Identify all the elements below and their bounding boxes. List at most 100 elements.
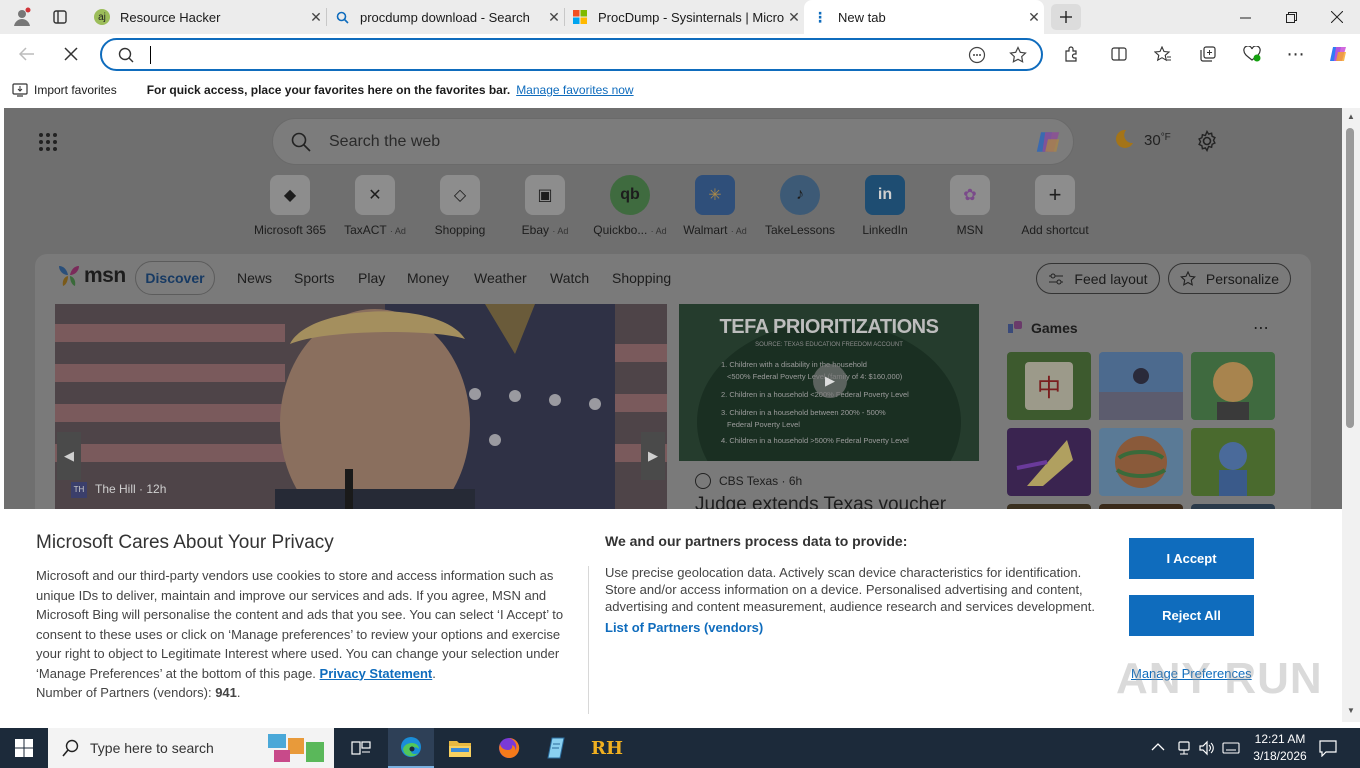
extensions-icon[interactable]: [1056, 39, 1086, 69]
scroll-up-arrow-icon[interactable]: ▲: [1347, 112, 1355, 121]
read-aloud-icon[interactable]: [968, 46, 986, 67]
ime-keyboard-icon[interactable]: [1222, 740, 1240, 759]
web-search-box[interactable]: Search the web: [272, 118, 1074, 165]
favorites-icon[interactable]: [1148, 39, 1178, 69]
nav-tab-watch[interactable]: Watch: [550, 270, 589, 286]
nav-tab-discover[interactable]: Discover: [135, 261, 215, 295]
windows-logo-icon: [15, 739, 33, 757]
msn-logo[interactable]: msn: [56, 264, 126, 288]
address-bar[interactable]: [100, 38, 1043, 71]
game-tile[interactable]: [1099, 428, 1183, 496]
close-tab-icon[interactable]: ✕: [306, 9, 326, 26]
shortcut-takelessons[interactable]: ♪ TakeLessons: [755, 175, 845, 237]
carousel-next-button[interactable]: ▶: [641, 432, 665, 480]
shortcut-label: Walmart: [683, 223, 728, 237]
carousel-prev-button[interactable]: ◀: [57, 432, 81, 480]
data-processing-title: We and our partners process data to prov…: [605, 533, 908, 549]
import-favorites-button[interactable]: Import favorites: [34, 83, 117, 97]
stop-loading-icon[interactable]: [56, 39, 86, 69]
split-screen-icon[interactable]: [1104, 39, 1134, 69]
copilot-icon[interactable]: [1323, 39, 1353, 69]
page-scrollbar[interactable]: ▲ ▼: [1342, 108, 1360, 722]
network-icon[interactable]: [1176, 740, 1192, 759]
taskbar-file-explorer[interactable]: [437, 728, 483, 768]
feed-layout-button[interactable]: Feed layout: [1036, 263, 1160, 294]
shortcut-linkedin[interactable]: in LinkedIn: [840, 175, 930, 237]
task-view-button[interactable]: [340, 728, 382, 768]
game-tile[interactable]: 中: [1007, 352, 1091, 420]
address-input[interactable]: [148, 44, 948, 66]
tab-procdump-sysinternals[interactable]: ProcDump - Sysinternals | Micros ✕: [564, 0, 804, 34]
back-arrow-icon[interactable]: [12, 39, 42, 69]
shopping-tag-icon: ◇: [440, 175, 480, 215]
walmart-spark-icon: ✳: [695, 175, 735, 215]
web-search-placeholder: Search the web: [329, 133, 441, 150]
shortcut-msn[interactable]: ✿ MSN: [925, 175, 1015, 237]
profile-icon[interactable]: [8, 4, 36, 30]
volume-icon[interactable]: [1198, 740, 1216, 759]
close-tab-icon[interactable]: ✕: [544, 9, 564, 26]
restore-button[interactable]: [1268, 0, 1314, 34]
period: .: [432, 665, 436, 681]
import-favorites-icon[interactable]: [12, 83, 28, 97]
taskbar-edge[interactable]: [388, 728, 434, 768]
close-tab-icon[interactable]: ✕: [784, 9, 804, 26]
game-tile[interactable]: [1191, 428, 1275, 496]
taskbar-firefox[interactable]: [486, 728, 532, 768]
games-icon: [1007, 320, 1023, 334]
game-tile[interactable]: [1191, 352, 1275, 420]
nav-tab-sports[interactable]: Sports: [294, 270, 334, 286]
resource-hacker-icon: aj: [94, 9, 110, 25]
taskbar-resource-hacker[interactable]: RH: [584, 728, 630, 768]
scroll-down-arrow-icon[interactable]: ▼: [1347, 706, 1355, 715]
nav-tab-weather[interactable]: Weather: [474, 270, 527, 286]
shortcut-ebay[interactable]: ▣ Ebay · Ad: [500, 175, 590, 237]
game-tile[interactable]: [1099, 352, 1183, 420]
settings-gear-icon[interactable]: [1196, 129, 1218, 155]
collections-icon[interactable]: [1193, 39, 1223, 69]
add-favorite-icon[interactable]: [1009, 46, 1027, 67]
nav-tab-play[interactable]: Play: [358, 270, 385, 286]
close-window-button[interactable]: [1314, 0, 1360, 34]
add-shortcut-button[interactable]: + Add shortcut: [1010, 175, 1100, 237]
reject-all-button[interactable]: Reject All: [1129, 595, 1254, 636]
apps-launcher-icon[interactable]: [38, 132, 58, 155]
start-button[interactable]: [0, 728, 48, 768]
nav-tab-news[interactable]: News: [237, 270, 272, 286]
game-tile[interactable]: [1007, 428, 1091, 496]
nav-tab-money[interactable]: Money: [407, 270, 449, 286]
shortcut-microsoft-365[interactable]: ◆ Microsoft 365: [245, 175, 335, 237]
accept-button[interactable]: I Accept: [1129, 538, 1254, 579]
more-options-icon[interactable]: ⋯: [1281, 39, 1311, 69]
nav-tab-shopping[interactable]: Shopping: [612, 270, 671, 286]
more-options-icon[interactable]: ⋯: [1253, 318, 1269, 338]
clock[interactable]: 12:21 AM 3/18/2026: [1246, 731, 1314, 765]
shortcut-shopping[interactable]: ◇ Shopping: [415, 175, 505, 237]
show-hidden-icons-chevron-icon[interactable]: [1151, 740, 1165, 755]
taskbar-app-notepad[interactable]: [535, 728, 581, 768]
minimize-button[interactable]: [1222, 0, 1268, 34]
tab-new-tab[interactable]: ⋮ New tab ✕: [804, 0, 1044, 34]
manage-favorites-link[interactable]: Manage favorites now: [516, 83, 633, 97]
notifications-icon[interactable]: [1319, 739, 1337, 760]
privacy-statement-link[interactable]: Privacy Statement: [320, 666, 433, 681]
shortcut-walmart[interactable]: ✳ Walmart · Ad: [670, 175, 760, 237]
copilot-icon[interactable]: [1033, 128, 1063, 159]
news-card[interactable]: TEFA PRIORITIZATIONS SOURCE: TEXAS EDUCA…: [679, 304, 979, 514]
scroll-thumb[interactable]: [1346, 128, 1354, 428]
close-tab-icon[interactable]: ✕: [1024, 9, 1044, 26]
personalize-button[interactable]: Personalize: [1168, 263, 1291, 294]
list-of-partners-link[interactable]: List of Partners (vendors): [605, 620, 763, 635]
tab-actions-icon[interactable]: [48, 6, 72, 28]
play-video-icon[interactable]: ▶: [813, 364, 847, 398]
shortcut-quickbooks[interactable]: qb Quickbo... · Ad: [585, 175, 675, 237]
browser-essentials-icon[interactable]: [1237, 39, 1267, 69]
quickbooks-icon: qb: [610, 175, 650, 215]
shortcut-taxact[interactable]: ✕ TaxACT · Ad: [330, 175, 420, 237]
hero-news-card[interactable]: ◀ ▶ TH The Hill · 12h: [55, 304, 667, 514]
tab-resource-hacker[interactable]: aj Resource Hacker ✕: [86, 0, 326, 34]
weather-temperature[interactable]: 30°F: [1144, 132, 1171, 149]
new-tab-button[interactable]: [1051, 4, 1081, 30]
taskbar-search-box[interactable]: Type here to search: [48, 728, 334, 768]
tab-procdump-search[interactable]: procdump download - Search ✕: [326, 0, 564, 34]
